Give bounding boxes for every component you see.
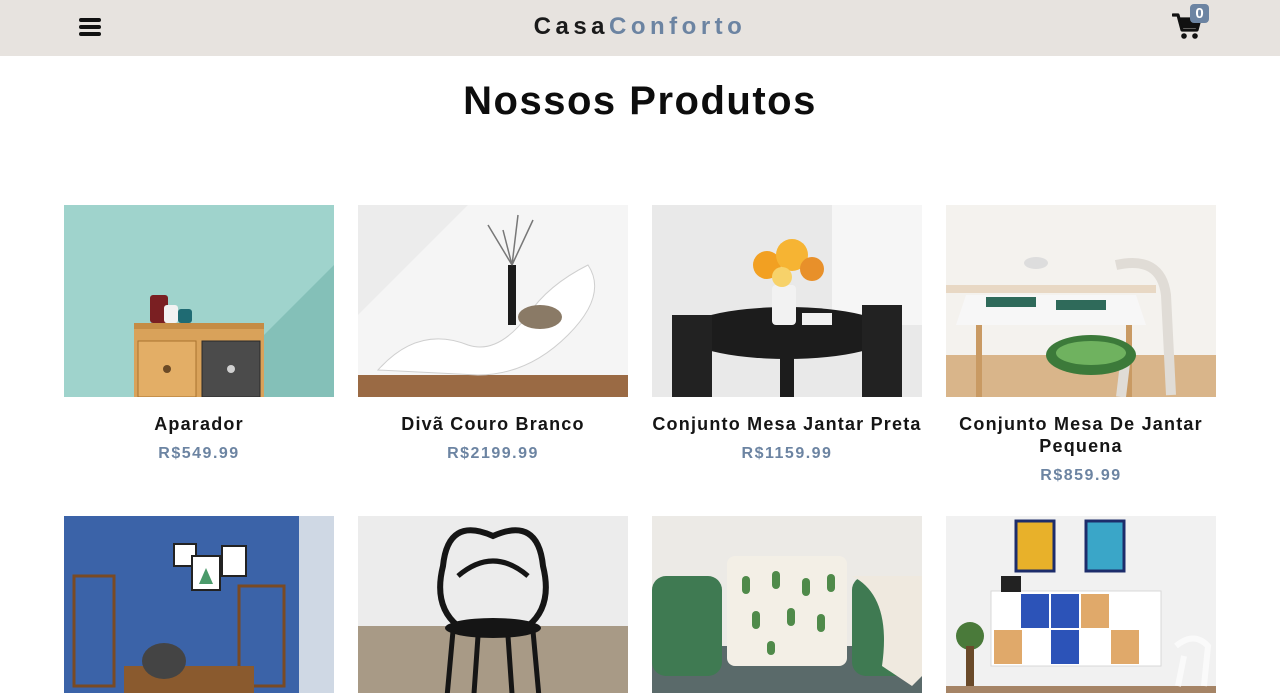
product-image-almofadas[interactable] [652, 516, 922, 693]
product-price: R$549.99 [158, 445, 240, 462]
product-card[interactable] [652, 516, 922, 693]
product-image-cadeira[interactable] [358, 516, 628, 693]
product-price: R$859.99 [1040, 467, 1122, 484]
brand-logo[interactable]: CasaConforto [0, 12, 1280, 42]
product-card[interactable]: Conjunto Mesa Jantar Preta R$1159.99 [652, 205, 922, 486]
product-name[interactable]: Conjunto Mesa De Jantar Pequena [946, 413, 1216, 457]
product-name[interactable]: Conjunto Mesa Jantar Preta [652, 413, 922, 435]
product-card[interactable] [946, 516, 1216, 693]
product-image-escritorio[interactable] [64, 516, 334, 693]
product-card[interactable]: Conjunto Mesa De Jantar Pequena R$859.99 [946, 205, 1216, 486]
section-title: Nossos Produtos [463, 79, 817, 123]
product-image-mesa-preta[interactable] [652, 205, 922, 397]
product-price: R$2199.99 [447, 445, 539, 462]
cart-button[interactable]: 0 [1172, 4, 1209, 42]
product-grid: Aparador R$549.99 Divã Couro Branco R$21… [64, 205, 1216, 693]
navbar: CasaConforto 0 [0, 0, 1280, 56]
brand-part-casa: Casa [533, 13, 610, 40]
brand-part-conforto: Conforto [609, 13, 747, 40]
product-image-aparador[interactable] [64, 205, 334, 397]
product-image-diva[interactable] [358, 205, 628, 397]
product-card[interactable] [358, 516, 628, 693]
product-price: R$1159.99 [741, 445, 833, 462]
product-card[interactable] [64, 516, 334, 693]
product-image-mesa-pequena[interactable] [946, 205, 1216, 397]
product-name[interactable]: Aparador [64, 413, 334, 435]
cart-count-badge: 0 [1190, 4, 1209, 23]
product-card[interactable]: Aparador R$549.99 [64, 205, 334, 486]
product-image-estante[interactable] [946, 516, 1216, 693]
product-card[interactable]: Divã Couro Branco R$2199.99 [358, 205, 628, 486]
product-name[interactable]: Divã Couro Branco [358, 413, 628, 435]
